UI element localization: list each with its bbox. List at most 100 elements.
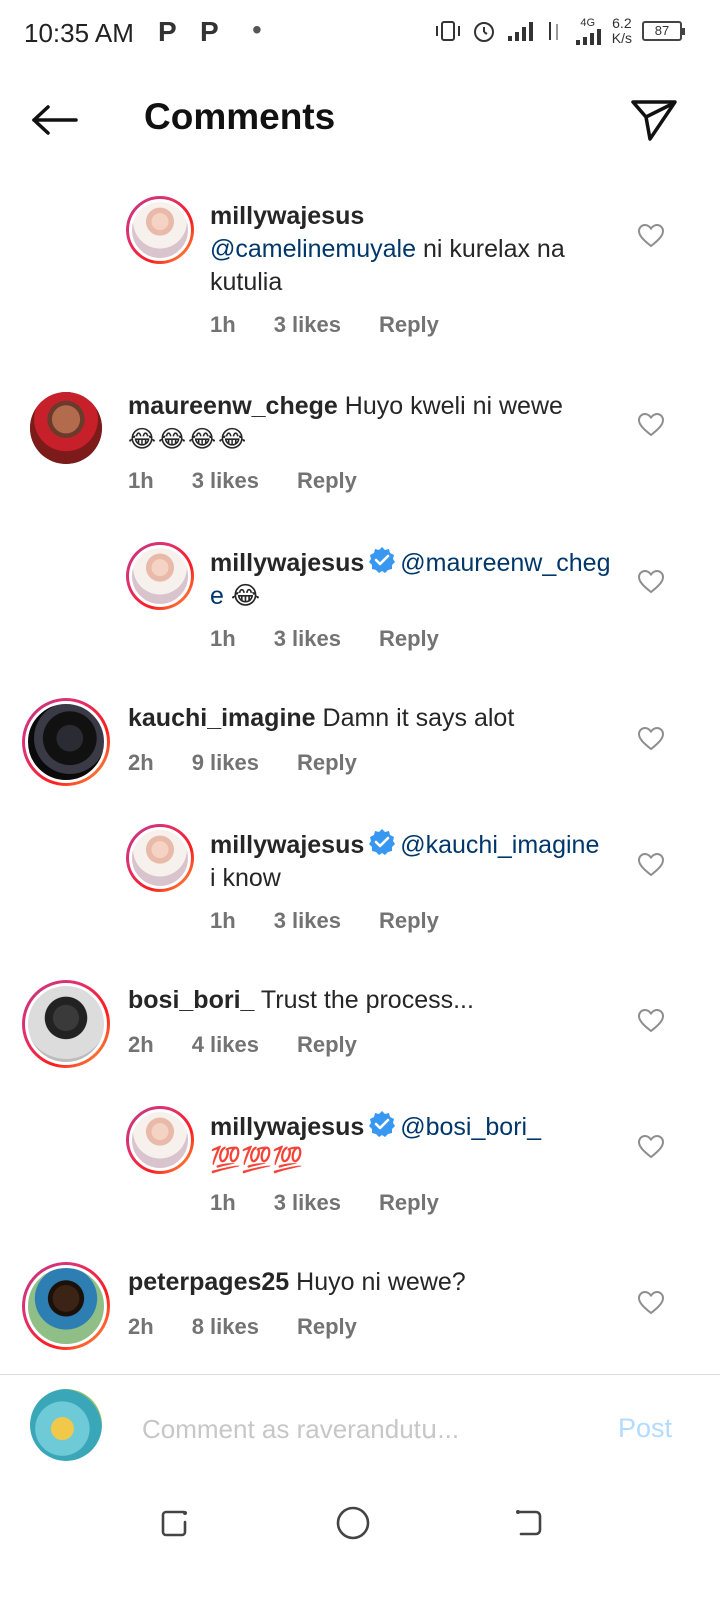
comment-time: 1h	[210, 626, 236, 651]
comment-mention[interactable]: @kauchi_imagine	[400, 831, 599, 859]
heart-icon[interactable]	[638, 853, 664, 877]
comment-username[interactable]: millywajesus	[210, 202, 364, 230]
speed-value: 6.2	[612, 15, 632, 31]
vibrate-icon	[435, 21, 460, 41]
back-nav-button[interactable]	[506, 1500, 552, 1546]
reply-button[interactable]: Reply	[379, 312, 439, 338]
reply-button[interactable]: Reply	[297, 468, 357, 494]
avatar[interactable]	[126, 196, 194, 264]
comment-emoji: 😂😂😂😂	[128, 426, 249, 453]
heart-icon[interactable]	[638, 224, 664, 248]
avatar[interactable]	[30, 392, 102, 464]
reply-button[interactable]: Reply	[379, 908, 439, 934]
comment-likes[interactable]: 3 likes	[192, 468, 259, 494]
comment-likes[interactable]: 3 likes	[274, 626, 341, 652]
verified-badge-icon	[369, 547, 396, 573]
comment-meta: 1h 3 likes Reply	[210, 626, 439, 652]
status-bar: 10:35 AM P P • 4G 6.2 K/s 87	[0, 0, 720, 66]
status-indicators: 4G 6.2 K/s 87	[434, 16, 685, 46]
comment-text: millywajesus @kauchi_imagine i know	[210, 828, 610, 895]
speed-unit: K/s	[611, 30, 632, 46]
reply-button[interactable]: Reply	[297, 1314, 357, 1340]
comment-meta: 1h 3 likes Reply	[210, 312, 439, 338]
comment-message: Huyo kweli ni wewe	[337, 392, 563, 420]
avatar[interactable]	[22, 698, 110, 786]
comment-meta: 2h 4 likes Reply	[128, 1032, 357, 1058]
comment-likes[interactable]: 3 likes	[274, 908, 341, 934]
comment-likes[interactable]: 9 likes	[192, 750, 259, 776]
comment-text: millywajesus @bosi_bori_ 💯💯💯	[210, 1110, 610, 1177]
arrow-left-icon	[32, 105, 78, 135]
comment-emoji: 💯💯💯	[210, 1146, 304, 1174]
reply-button[interactable]: Reply	[379, 626, 439, 652]
comment-text: bosi_bori_ Trust the process...	[128, 984, 608, 1017]
comment-meta: 1h 3 likes Reply	[128, 468, 357, 494]
comment-likes[interactable]: 3 likes	[274, 1190, 341, 1216]
comment-meta: 1h 3 likes Reply	[210, 1190, 439, 1216]
comment-time: 1h	[210, 1190, 236, 1215]
comment-message: Damn it says alot	[315, 704, 515, 732]
comment-likes[interactable]: 8 likes	[192, 1314, 259, 1340]
comment-username[interactable]: bosi_bori_	[128, 986, 254, 1014]
heart-icon[interactable]	[638, 727, 664, 751]
home-circle-icon	[336, 1506, 370, 1540]
heart-icon[interactable]	[638, 1009, 664, 1033]
comment-message: i know	[210, 864, 281, 892]
share-button[interactable]	[628, 94, 680, 146]
network-type: 4G	[580, 16, 596, 29]
avatar[interactable]	[22, 1262, 110, 1350]
comment-message: Trust the process...	[254, 986, 474, 1014]
comment-mention[interactable]: @bosi_bori_	[400, 1113, 541, 1141]
comment-input[interactable]	[142, 1409, 582, 1449]
avatar[interactable]	[126, 1106, 194, 1174]
heart-icon[interactable]	[638, 1135, 664, 1159]
recents-button[interactable]	[152, 1500, 198, 1546]
page-title: Comments	[144, 96, 336, 137]
comment-likes[interactable]: 4 likes	[192, 1032, 259, 1058]
notification-dot-icon: •	[252, 14, 262, 45]
comment-time: 2h	[128, 1314, 154, 1339]
avatar[interactable]	[126, 542, 194, 610]
avatar[interactable]	[22, 980, 110, 1068]
comment-username[interactable]: kauchi_imagine	[128, 704, 316, 732]
comment-emoji: 😂	[230, 582, 261, 610]
comment-time: 1h	[210, 312, 236, 337]
status-time: 10:35 AM	[24, 18, 134, 48]
reply-button[interactable]: Reply	[379, 1190, 439, 1216]
recents-icon	[161, 1510, 187, 1537]
comment-username[interactable]: peterpages25	[128, 1268, 289, 1296]
comment-time: 2h	[128, 1032, 154, 1057]
comment-username[interactable]: millywajesus	[210, 831, 364, 859]
comment-message: Huyo ni wewe?	[289, 1268, 466, 1296]
comment-likes[interactable]: 3 likes	[274, 312, 341, 338]
comment-username[interactable]: millywajesus	[210, 1113, 364, 1141]
home-button[interactable]	[330, 1500, 376, 1546]
reply-button[interactable]: Reply	[297, 750, 357, 776]
reply-button[interactable]: Reply	[297, 1032, 357, 1058]
network-speed: 6.2 K/s	[612, 16, 632, 46]
signal-icon	[575, 28, 601, 45]
comment-text: peterpages25 Huyo ni wewe?	[128, 1266, 608, 1299]
data-transfer-icon	[548, 22, 558, 40]
comment-text: millywajesus @camelinemuyale ni kurelax …	[210, 200, 610, 299]
heart-icon[interactable]	[638, 413, 664, 437]
back-button[interactable]	[28, 98, 80, 142]
comment-text: maureenw_chege Huyo kweli ni wewe 😂😂😂😂	[128, 390, 608, 456]
comment-meta: 1h 3 likes Reply	[210, 908, 439, 934]
comment-time: 1h	[210, 908, 236, 933]
comment-username[interactable]: millywajesus	[210, 549, 364, 577]
comment-meta: 2h 8 likes Reply	[128, 1314, 357, 1340]
back-nav-icon	[516, 1510, 542, 1536]
comment-time: 1h	[128, 468, 154, 493]
comment-mention[interactable]: @camelinemuyale	[210, 235, 416, 263]
post-button[interactable]: Post	[618, 1413, 672, 1444]
heart-icon[interactable]	[638, 1291, 664, 1315]
notification-p-icon: P	[158, 16, 177, 47]
heart-icon[interactable]	[638, 570, 664, 594]
battery-icon: 87	[642, 21, 685, 41]
avatar[interactable]	[126, 824, 194, 892]
comment-username[interactable]: maureenw_chege	[128, 392, 338, 420]
paper-plane-icon	[631, 100, 677, 141]
notification-p-icon: P	[200, 16, 219, 47]
system-nav-bar	[0, 1482, 720, 1600]
